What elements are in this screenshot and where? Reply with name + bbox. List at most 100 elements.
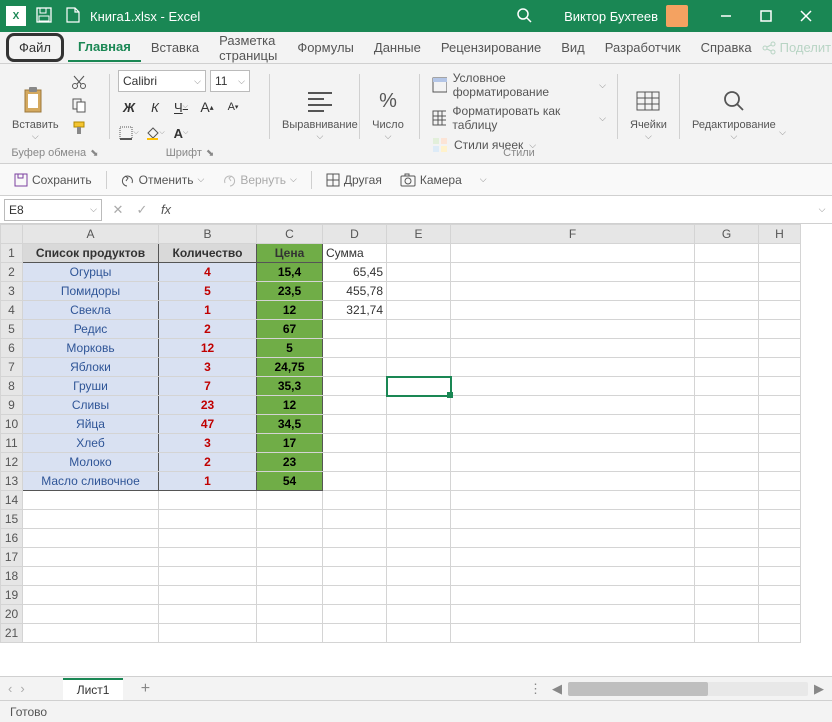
- cell-F7[interactable]: [451, 358, 695, 377]
- cell-B19[interactable]: [159, 586, 257, 605]
- cell-G4[interactable]: [695, 301, 759, 320]
- qat-redo-button[interactable]: Вернуть⌵: [216, 171, 303, 189]
- cell-D12[interactable]: [323, 453, 387, 472]
- cell-F4[interactable]: [451, 301, 695, 320]
- cell-B21[interactable]: [159, 624, 257, 643]
- tab-help[interactable]: Справка: [691, 34, 762, 61]
- cell-D19[interactable]: [323, 586, 387, 605]
- sheet-nav-prev[interactable]: ‹: [8, 681, 12, 696]
- cell-A10[interactable]: Яйца: [23, 415, 159, 434]
- cell-A7[interactable]: Яблоки: [23, 358, 159, 377]
- format-painter-button[interactable]: [69, 118, 89, 138]
- cell-B12[interactable]: 2: [159, 453, 257, 472]
- cell-B2[interactable]: 4: [159, 263, 257, 282]
- cell-E4[interactable]: [387, 301, 451, 320]
- cell-E8[interactable]: [387, 377, 451, 396]
- cell-C14[interactable]: [257, 491, 323, 510]
- cell-E2[interactable]: [387, 263, 451, 282]
- cell-F8[interactable]: [451, 377, 695, 396]
- cell-D17[interactable]: [323, 548, 387, 567]
- row-header-18[interactable]: 18: [1, 567, 23, 586]
- row-header-14[interactable]: 14: [1, 491, 23, 510]
- enter-formula-button[interactable]: ✓: [130, 199, 154, 221]
- col-header-D[interactable]: D: [323, 225, 387, 244]
- row-header-4[interactable]: 4: [1, 301, 23, 320]
- maximize-button[interactable]: [746, 0, 786, 32]
- cell-B5[interactable]: 2: [159, 320, 257, 339]
- cell-G2[interactable]: [695, 263, 759, 282]
- cell-D13[interactable]: [323, 472, 387, 491]
- cell-E3[interactable]: [387, 282, 451, 301]
- cell-D9[interactable]: [323, 396, 387, 415]
- cell-H11[interactable]: [759, 434, 801, 453]
- cell-C8[interactable]: 35,3: [257, 377, 323, 396]
- row-header-21[interactable]: 21: [1, 624, 23, 643]
- cell-H3[interactable]: [759, 282, 801, 301]
- cell-H7[interactable]: [759, 358, 801, 377]
- alignment-button[interactable]: Выравнивание ⌵: [278, 68, 362, 159]
- cell-D20[interactable]: [323, 605, 387, 624]
- cell-C16[interactable]: [257, 529, 323, 548]
- add-sheet-button[interactable]: +: [133, 680, 157, 698]
- cell-D6[interactable]: [323, 339, 387, 358]
- hscroll-left[interactable]: ◀: [552, 681, 562, 697]
- cell-H10[interactable]: [759, 415, 801, 434]
- col-header-H[interactable]: H: [759, 225, 801, 244]
- cell-F14[interactable]: [451, 491, 695, 510]
- cell-G16[interactable]: [695, 529, 759, 548]
- qat-customize-button[interactable]: ⌵: [474, 172, 493, 187]
- minimize-button[interactable]: [706, 0, 746, 32]
- col-header-F[interactable]: F: [451, 225, 695, 244]
- row-header-15[interactable]: 15: [1, 510, 23, 529]
- cell-C19[interactable]: [257, 586, 323, 605]
- cell-B3[interactable]: 5: [159, 282, 257, 301]
- cell-F6[interactable]: [451, 339, 695, 358]
- cell-G15[interactable]: [695, 510, 759, 529]
- close-button[interactable]: [786, 0, 826, 32]
- editing-button[interactable]: Редактирование ⌵: [688, 68, 780, 159]
- italic-button[interactable]: К: [144, 96, 166, 118]
- cell-E1[interactable]: [387, 244, 451, 263]
- qat-undo-button[interactable]: Отменить⌵: [115, 171, 211, 189]
- cell-D4[interactable]: 321,74: [323, 301, 387, 320]
- cell-G17[interactable]: [695, 548, 759, 567]
- cell-F18[interactable]: [451, 567, 695, 586]
- cell-C5[interactable]: 67: [257, 320, 323, 339]
- cell-G13[interactable]: [695, 472, 759, 491]
- cell-D7[interactable]: [323, 358, 387, 377]
- cell-H19[interactable]: [759, 586, 801, 605]
- tab-review[interactable]: Рецензирование: [431, 34, 551, 61]
- hscroll-thumb[interactable]: [568, 682, 708, 696]
- col-header-C[interactable]: C: [257, 225, 323, 244]
- hscroll-right[interactable]: ▶: [814, 681, 824, 697]
- cell-G6[interactable]: [695, 339, 759, 358]
- cell-C9[interactable]: 12: [257, 396, 323, 415]
- cells-button[interactable]: Ячейки ⌵: [626, 68, 671, 159]
- cell-C10[interactable]: 34,5: [257, 415, 323, 434]
- cell-G1[interactable]: [695, 244, 759, 263]
- sheet-nav-next[interactable]: ›: [20, 681, 24, 696]
- cell-C13[interactable]: 54: [257, 472, 323, 491]
- cell-G20[interactable]: [695, 605, 759, 624]
- cell-E5[interactable]: [387, 320, 451, 339]
- cell-H18[interactable]: [759, 567, 801, 586]
- col-header-G[interactable]: G: [695, 225, 759, 244]
- search-icon[interactable]: [516, 7, 534, 25]
- cell-E7[interactable]: [387, 358, 451, 377]
- cell-A17[interactable]: [23, 548, 159, 567]
- cell-D1[interactable]: Сумма: [323, 244, 387, 263]
- cell-E17[interactable]: [387, 548, 451, 567]
- cell-E20[interactable]: [387, 605, 451, 624]
- cell-G14[interactable]: [695, 491, 759, 510]
- cell-C6[interactable]: 5: [257, 339, 323, 358]
- cell-H15[interactable]: [759, 510, 801, 529]
- font-name-selector[interactable]: Calibri⌵: [118, 70, 206, 92]
- row-header-13[interactable]: 13: [1, 472, 23, 491]
- row-header-19[interactable]: 19: [1, 586, 23, 605]
- row-header-9[interactable]: 9: [1, 396, 23, 415]
- cell-G9[interactable]: [695, 396, 759, 415]
- cell-E13[interactable]: [387, 472, 451, 491]
- name-box[interactable]: E8⌵: [4, 199, 102, 221]
- user-name[interactable]: Виктор Бухтеев: [564, 9, 658, 24]
- borders-button[interactable]: ⌵: [118, 122, 140, 144]
